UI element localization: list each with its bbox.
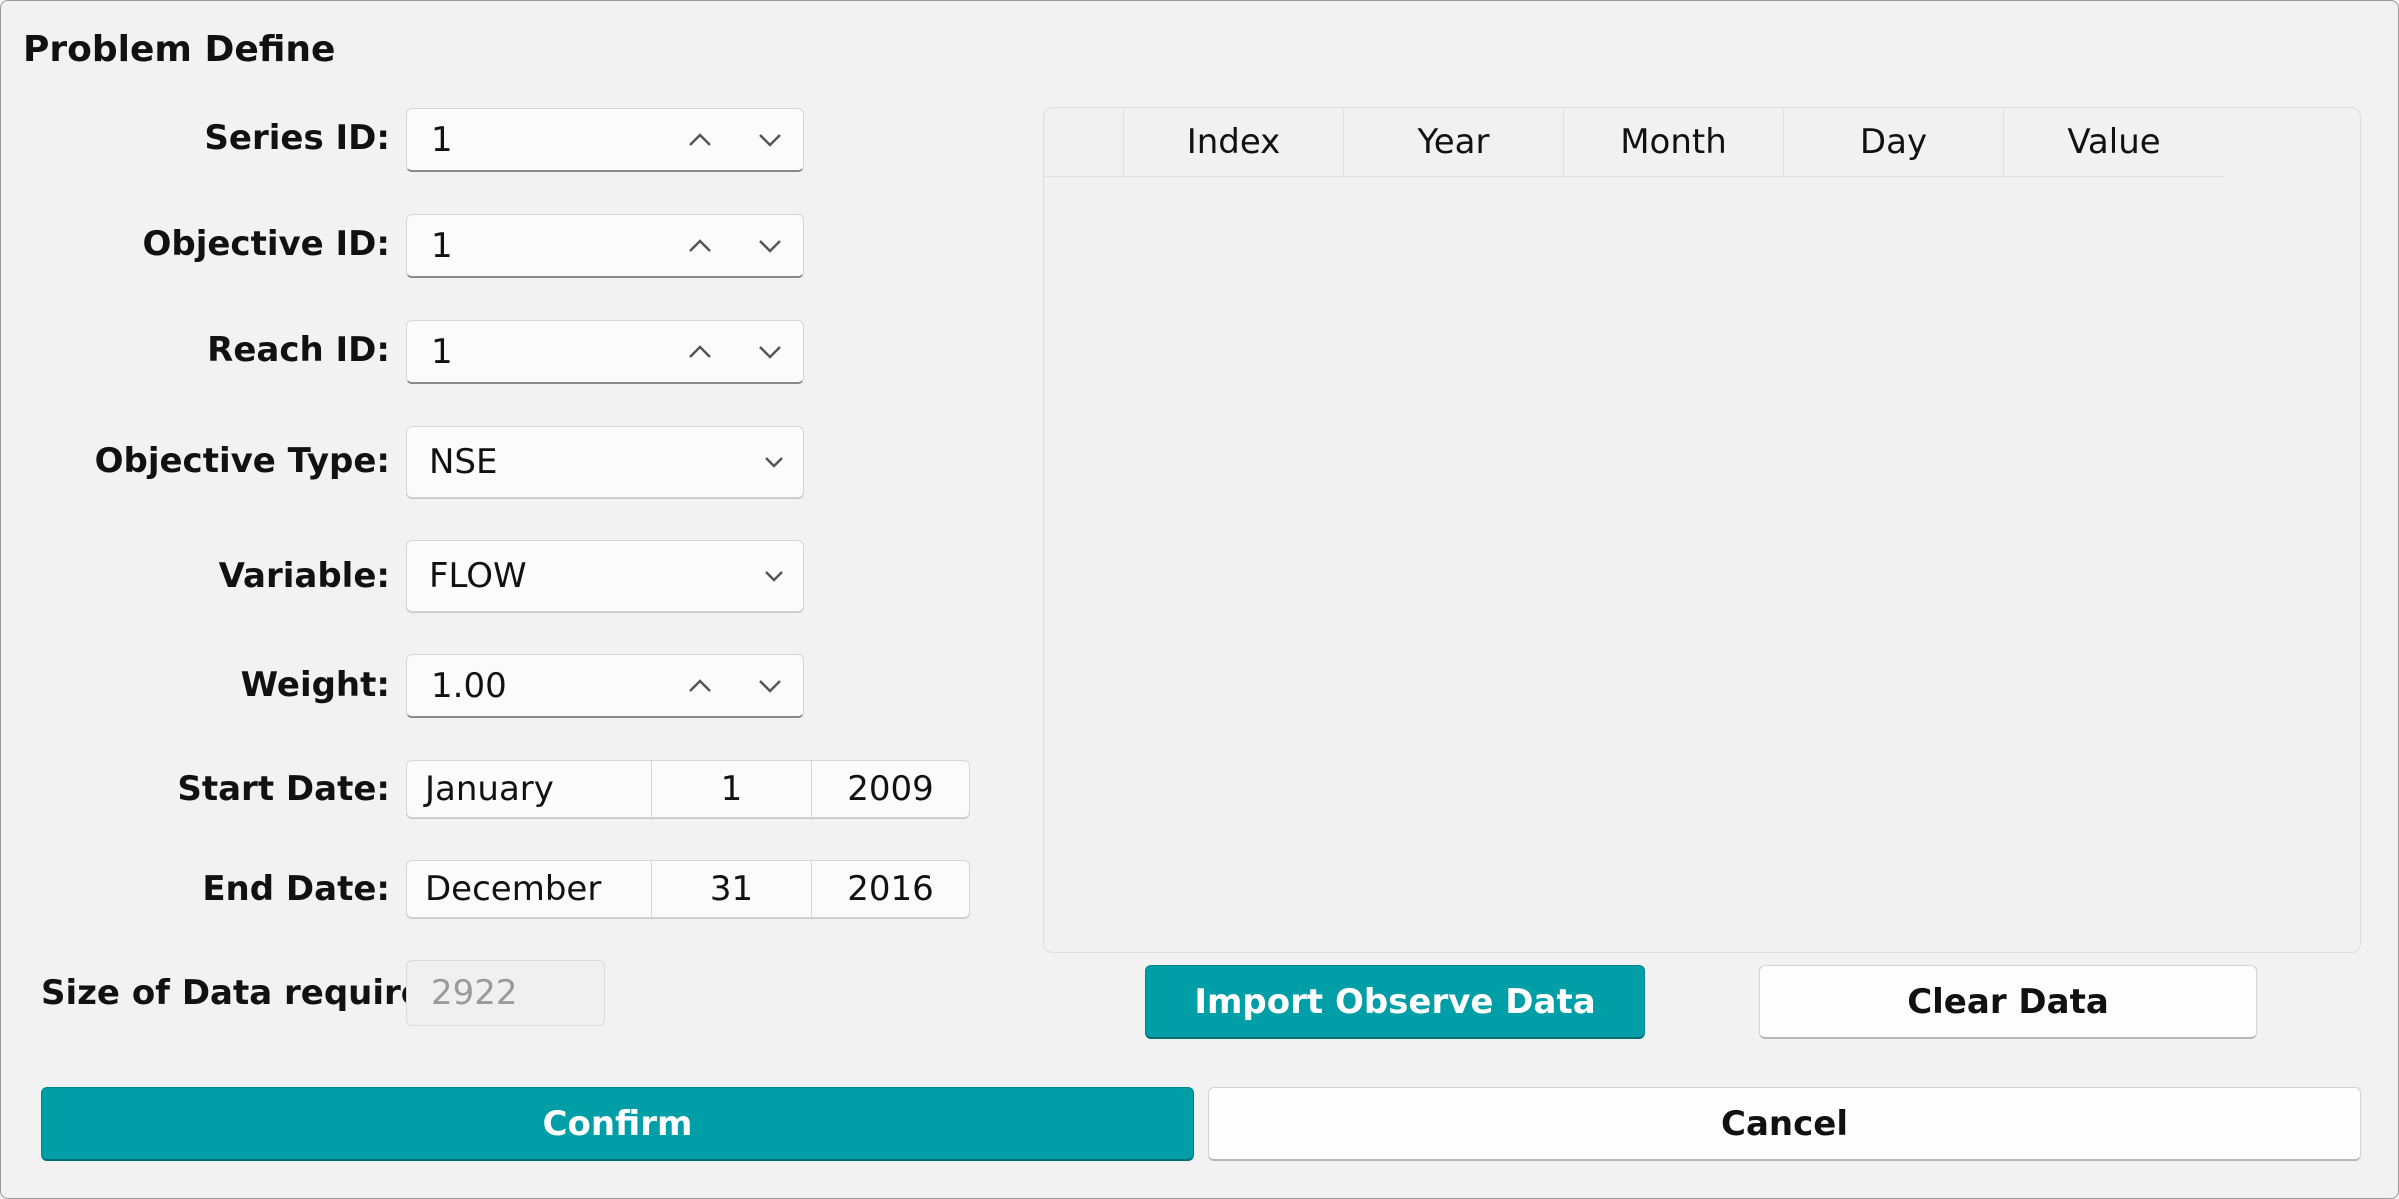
start-day[interactable]: 1 <box>651 761 811 817</box>
objective-type-label: Objective Type: <box>94 441 390 481</box>
end-day[interactable]: 31 <box>651 861 811 917</box>
start-date-picker[interactable]: January 1 2009 <box>406 760 970 818</box>
objective-type-value: NSE <box>429 442 498 482</box>
problem-define-dialog: Problem Define Series ID: 1 Objective ID… <box>0 0 2399 1199</box>
import-observe-data-button[interactable]: Import Observe Data <box>1145 965 1645 1039</box>
series-id-label: Series ID: <box>204 118 390 158</box>
objective-id-spinbox[interactable]: 1 <box>406 214 804 278</box>
chevron-up-icon[interactable] <box>683 229 717 263</box>
variable-value: FLOW <box>429 556 527 596</box>
objective-id-label: Objective ID: <box>142 224 390 264</box>
chevron-up-icon[interactable] <box>683 335 717 369</box>
end-date-picker[interactable]: December 31 2016 <box>406 860 970 918</box>
size-required-field: 2922 <box>406 960 605 1026</box>
weight-spinbox[interactable]: 1.00 <box>406 654 804 718</box>
objective-type-dropdown[interactable]: NSE <box>406 426 804 498</box>
chevron-up-icon[interactable] <box>683 669 717 703</box>
column-header-year[interactable]: Year <box>1344 108 1564 176</box>
weight-label: Weight: <box>240 665 390 705</box>
chevron-down-icon <box>757 559 791 593</box>
observe-data-table[interactable]: Index Year Month Day Value <box>1043 107 2361 953</box>
cancel-button[interactable]: Cancel <box>1208 1087 2361 1161</box>
confirm-button[interactable]: Confirm <box>41 1087 1194 1161</box>
objective-id-value: 1 <box>431 225 453 266</box>
column-header-day[interactable]: Day <box>1784 108 2004 176</box>
series-id-spinbox[interactable]: 1 <box>406 108 804 172</box>
clear-data-button[interactable]: Clear Data <box>1759 965 2257 1039</box>
chevron-down-icon <box>757 445 791 479</box>
end-date-label: End Date: <box>202 869 390 909</box>
table-header: Index Year Month Day Value <box>1044 108 2224 177</box>
column-header-index[interactable]: Index <box>1124 108 1344 176</box>
end-month[interactable]: December <box>407 861 651 917</box>
reach-id-value: 1 <box>431 331 453 372</box>
column-header-month[interactable]: Month <box>1564 108 1784 176</box>
reach-id-label: Reach ID: <box>207 330 390 370</box>
size-required-label: Size of Data required: <box>41 973 462 1013</box>
column-header-value[interactable]: Value <box>2004 108 2224 176</box>
reach-id-spinbox[interactable]: 1 <box>406 320 804 384</box>
weight-value: 1.00 <box>431 665 507 706</box>
variable-label: Variable: <box>218 556 390 596</box>
dialog-title: Problem Define <box>23 29 336 70</box>
start-month[interactable]: January <box>407 761 651 817</box>
start-year[interactable]: 2009 <box>811 761 969 817</box>
variable-dropdown[interactable]: FLOW <box>406 540 804 612</box>
chevron-down-icon[interactable] <box>753 669 787 703</box>
chevron-down-icon[interactable] <box>753 335 787 369</box>
chevron-down-icon[interactable] <box>753 229 787 263</box>
chevron-up-icon[interactable] <box>683 123 717 157</box>
series-id-value: 1 <box>431 119 453 160</box>
size-required-value: 2922 <box>431 973 518 1013</box>
start-date-label: Start Date: <box>177 769 390 809</box>
chevron-down-icon[interactable] <box>753 123 787 157</box>
end-year[interactable]: 2016 <box>811 861 969 917</box>
table-corner[interactable] <box>1044 108 1124 176</box>
